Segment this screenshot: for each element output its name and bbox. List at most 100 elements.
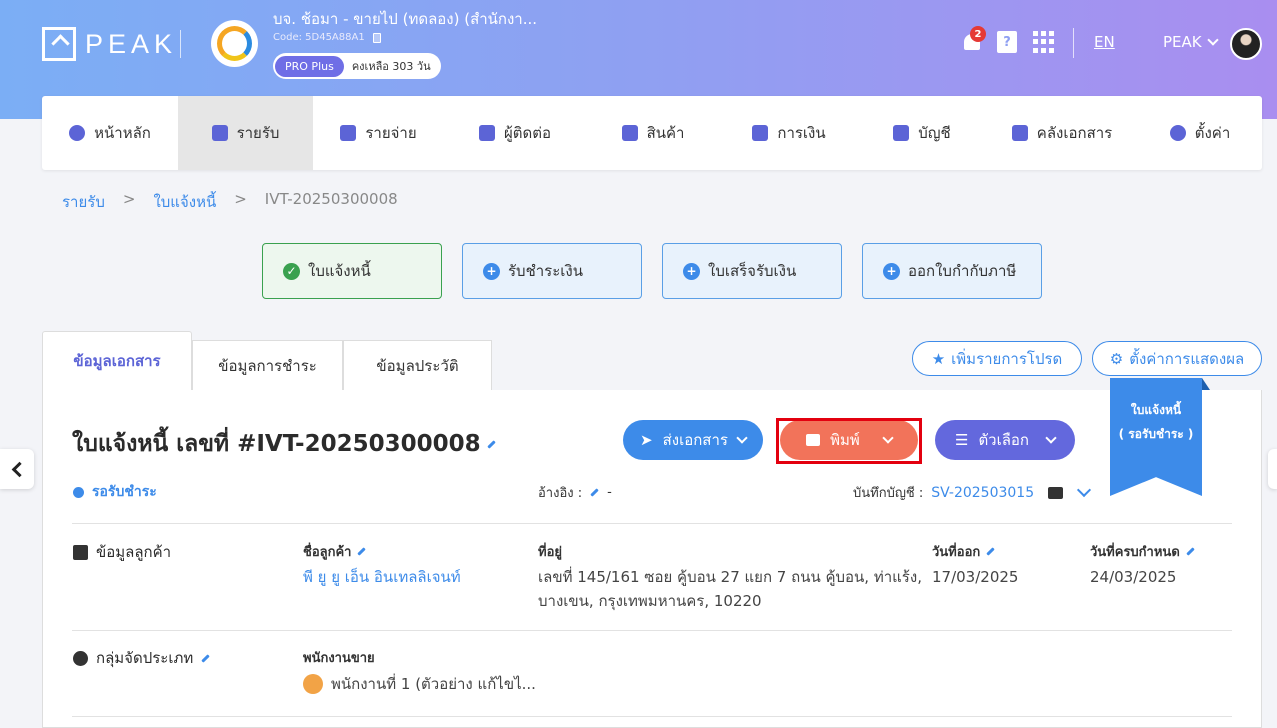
send-document-button[interactable]: ➤ ส่งเอกสาร <box>623 420 763 460</box>
customer-name-label: ชื่อลูกค้า <box>303 541 367 562</box>
expense-icon <box>340 125 357 141</box>
avatar[interactable] <box>1230 28 1262 60</box>
nav-item-contacts[interactable]: ผู้ติดต่อ <box>444 96 586 170</box>
step-receive-payment[interactable]: + รับชำระเงิน <box>462 243 642 299</box>
plan-pill[interactable]: PRO Plus คงเหลือ 303 วัน <box>273 53 441 79</box>
header-divider-right <box>1073 28 1074 58</box>
nav-item-settings[interactable]: ตั้งค่า <box>1138 96 1262 170</box>
income-icon <box>211 125 228 141</box>
options-button[interactable]: ☰ ตัวเลือก <box>935 420 1075 460</box>
nav-item-accounting[interactable]: บัญชี <box>858 96 986 170</box>
nav-label: ผู้ติดต่อ <box>503 124 552 142</box>
due-date-label-text: วันที่ครบกำหนด <box>1090 545 1180 560</box>
copy-icon[interactable] <box>372 32 381 43</box>
nav-label: หน้าหลัก <box>94 124 151 142</box>
tab-document-info[interactable]: ข้อมูลเอกสาร <box>42 331 192 390</box>
peak-logo[interactable]: PEAK <box>42 27 177 61</box>
reference-label: อ้างอิง : <box>538 486 583 501</box>
reference-field: อ้างอิง : - <box>538 482 612 503</box>
salesperson-name: พนักงานที่ 1 (ตัวอย่าง แก้ไขไ... <box>331 675 536 693</box>
category-section-label: กลุ่มจัดประเภท <box>96 649 194 667</box>
chevron-down-icon <box>1206 34 1219 46</box>
help-icon[interactable]: ? <box>997 31 1017 53</box>
edit-pencil-icon[interactable] <box>986 547 995 556</box>
gear-icon <box>1169 125 1186 141</box>
divider <box>72 630 1232 631</box>
nav-item-home[interactable]: หน้าหลัก <box>42 96 178 170</box>
step-receipt[interactable]: + ใบเสร็จรับเงิน <box>662 243 842 299</box>
check-circle-icon: ✓ <box>283 262 300 280</box>
company-code: Code: 5D45A88A1 <box>273 32 381 43</box>
ribbon-fold <box>1202 378 1210 390</box>
gear-icon: ⚙ <box>1109 349 1124 368</box>
nav-item-expense[interactable]: รายจ่าย <box>313 96 444 170</box>
divider <box>72 523 1232 524</box>
breadcrumb-invoices[interactable]: ใบแจ้งหนี้ <box>153 190 216 214</box>
plan-badge: PRO Plus <box>275 55 344 77</box>
status-text: รอรับชำระ <box>92 484 157 500</box>
nav-item-documents[interactable]: คลังเอกสาร <box>986 96 1138 170</box>
step-tax-invoice[interactable]: + ออกใบกำกับภาษี <box>862 243 1042 299</box>
previous-document-button[interactable] <box>0 449 34 489</box>
address-line1: เลขที่ 145/161 ซอย คู้บอน 27 แยก 7 ถนน ค… <box>538 568 922 586</box>
company-name[interactable]: บจ. ช้อมา - ขายไป (ทดลอง) (สำนักงา... <box>273 7 537 31</box>
posting-link[interactable]: SV-202503015 <box>931 485 1034 501</box>
add-favorite-button[interactable]: ★ เพิ่มรายการโปรด <box>912 341 1082 376</box>
breadcrumb: รายรับ > ใบแจ้งหนี้ > IVT-20250300008 <box>62 190 398 214</box>
language-switch[interactable]: EN <box>1094 33 1115 51</box>
edit-pencil-icon[interactable] <box>201 653 210 663</box>
address-line2: บางเขน, กรุงเทพมหานคร, 10220 <box>538 592 762 610</box>
customer-section-title: ข้อมูลลูกค้า <box>73 540 171 564</box>
step-invoice[interactable]: ✓ ใบแจ้งหนี้ <box>262 243 442 299</box>
star-icon: ★ <box>931 349 946 368</box>
options-label: ตัวเลือก <box>978 431 1030 449</box>
posting-field: บันทึกบัญชี : SV-202503015 <box>853 482 1092 503</box>
edit-pencil-icon[interactable] <box>1186 547 1195 556</box>
issue-date-label: วันที่ออก <box>932 541 995 562</box>
apps-grid-icon[interactable] <box>1032 31 1054 53</box>
nav-label: สินค้า <box>646 124 685 142</box>
status-dot-icon <box>73 486 84 498</box>
nav-label: คลังเอกสาร <box>1036 124 1113 142</box>
logo-mark-icon <box>42 27 76 61</box>
main-nav: หน้าหลัก รายรับ รายจ่าย ผู้ติดต่อ สินค้า… <box>42 96 1262 170</box>
user-menu[interactable]: PEAK <box>1163 33 1219 51</box>
display-settings-label: ตั้งค่าการแสดงผล <box>1129 349 1245 368</box>
printer-icon[interactable] <box>1048 486 1064 499</box>
ribbon-line2: ( รอรับชำระ ) <box>1118 427 1194 441</box>
customer-name-link[interactable]: พี ยู ยู เอ็น อินเทลลิเจนท์ <box>303 565 461 589</box>
next-document-button[interactable] <box>1268 449 1277 489</box>
chevron-down-icon <box>1045 432 1057 444</box>
user-name: PEAK <box>1163 33 1202 51</box>
nav-item-income[interactable]: รายรับ <box>178 96 313 170</box>
edit-pencil-icon[interactable] <box>357 547 367 556</box>
display-settings-button[interactable]: ⚙ ตั้งค่าการแสดงผล <box>1092 341 1262 376</box>
page-title: ใบแจ้งหนี้ เลขที่ #IVT-20250300008 <box>72 426 496 462</box>
edit-pencil-icon[interactable] <box>590 488 599 497</box>
plus-circle-icon: + <box>483 262 500 280</box>
due-date-label: วันที่ครบกำหนด <box>1090 541 1195 562</box>
ribbon-line1: ใบแจ้งหนี้ <box>1130 403 1182 417</box>
pie-chart-icon <box>73 650 88 666</box>
divider <box>72 716 1232 717</box>
status-badge: รอรับชำระ <box>73 481 157 503</box>
nav-label: การเงิน <box>777 124 826 142</box>
step-label: ใบเสร็จรับเงิน <box>708 262 797 280</box>
address-label: ที่อยู่ <box>538 545 562 560</box>
building-icon <box>73 544 88 560</box>
nav-item-products[interactable]: สินค้า <box>586 96 720 170</box>
tab-history-info[interactable]: ข้อมูลประวัติ <box>343 340 492 390</box>
issue-date-label-text: วันที่ออก <box>932 545 981 560</box>
contacts-icon <box>478 125 495 141</box>
edit-pencil-icon[interactable] <box>486 439 496 449</box>
breadcrumb-income[interactable]: รายรับ <box>62 190 105 214</box>
add-favorite-label: เพิ่มรายการโปรด <box>951 349 1063 368</box>
customer-name-label-text: ชื่อลูกค้า <box>303 545 352 560</box>
chevron-down-icon <box>736 432 748 444</box>
nav-item-finance[interactable]: การเงิน <box>720 96 858 170</box>
chevron-down-icon[interactable] <box>1077 482 1092 498</box>
box-icon <box>621 125 638 141</box>
header-divider <box>180 30 181 58</box>
company-logo[interactable] <box>211 20 258 67</box>
tab-payment-info[interactable]: ข้อมูลการชำระ <box>192 340 343 390</box>
